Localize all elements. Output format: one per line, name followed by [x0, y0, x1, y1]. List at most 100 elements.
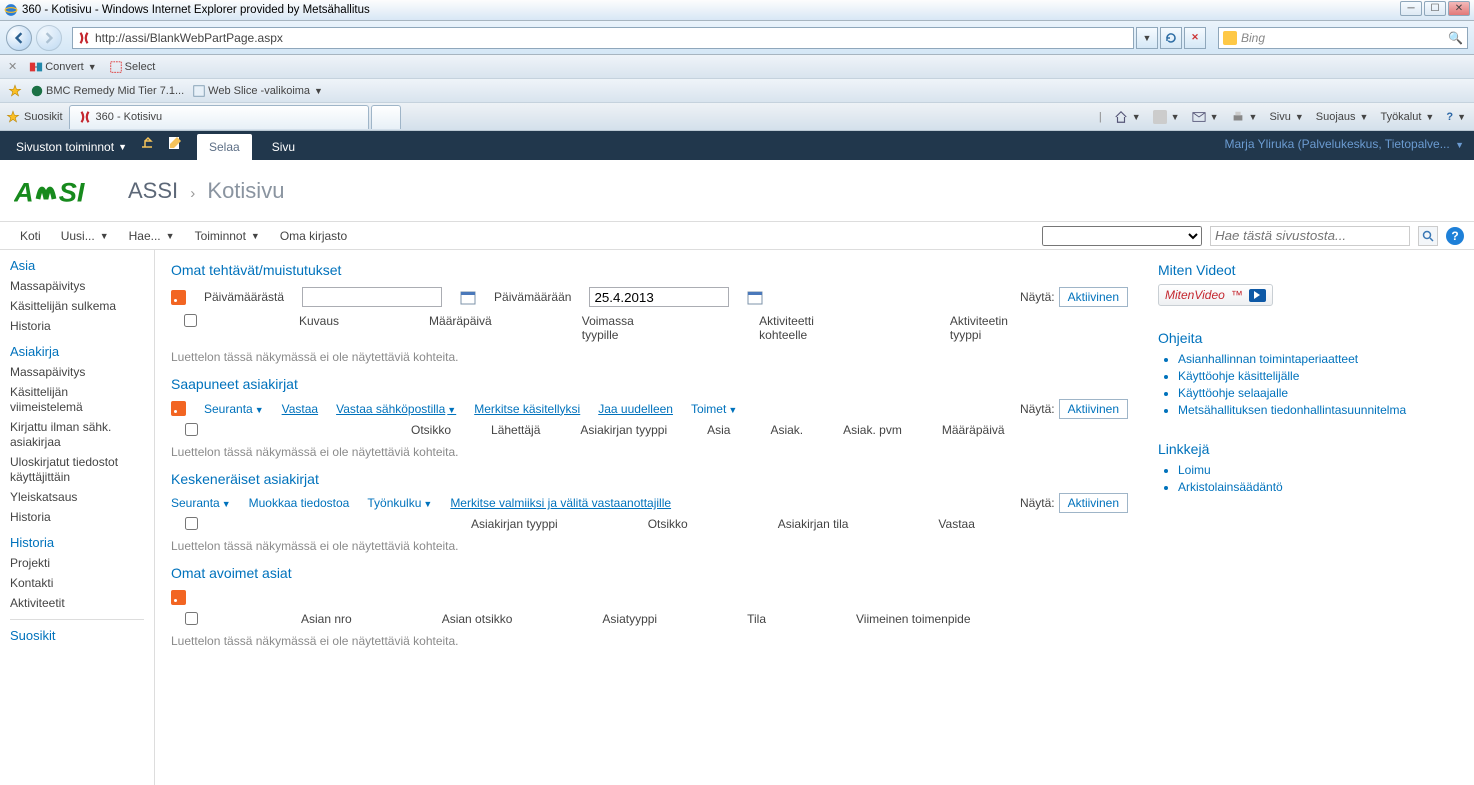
- menu-toiminnot[interactable]: Toiminnot▼: [185, 229, 270, 243]
- col-header[interactable]: Otsikko: [648, 517, 688, 531]
- col-header[interactable]: Asian nro: [301, 612, 352, 626]
- site-logo[interactable]: ASI: [14, 170, 110, 212]
- select-all-checkbox[interactable]: [185, 423, 198, 436]
- col-header[interactable]: Asia: [707, 423, 730, 437]
- col-header[interactable]: Viimeinen toimenpide: [856, 612, 971, 626]
- date-to-input[interactable]: [589, 287, 729, 307]
- select-all-checkbox[interactable]: [185, 612, 198, 625]
- help-menu[interactable]: ?▼: [1446, 111, 1466, 123]
- rss-icon[interactable]: [171, 401, 186, 416]
- leftnav-item[interactable]: Kontakti: [10, 576, 144, 591]
- col-header[interactable]: Asiakirjan tila: [778, 517, 849, 531]
- leftnav-item[interactable]: Yleiskatsaus: [10, 490, 144, 505]
- section-title-saapuneet[interactable]: Saapuneet asiakirjat: [171, 376, 1128, 392]
- ribbon-tab-browse[interactable]: Selaa: [197, 134, 252, 160]
- mail-menu[interactable]: ▼: [1192, 110, 1219, 124]
- refresh-button[interactable]: [1160, 27, 1182, 49]
- select-all-checkbox[interactable]: [184, 314, 197, 327]
- leftnav-item[interactable]: Käsittelijän viimeistelemä: [10, 385, 144, 415]
- page-menu[interactable]: Sivu▼: [1269, 111, 1303, 123]
- tools-menu[interactable]: Työkalut▼: [1380, 111, 1434, 123]
- back-button[interactable]: [6, 25, 32, 51]
- col-header[interactable]: Otsikko: [411, 423, 451, 437]
- help-link[interactable]: Käyttöohje selaajalle: [1178, 386, 1460, 400]
- col-header[interactable]: Määräpäivä: [942, 423, 1005, 437]
- leftnav-item[interactable]: Massapäivitys: [10, 279, 144, 294]
- leftnav-group-asiakirja[interactable]: Asiakirja: [10, 344, 144, 359]
- miten-video-button[interactable]: MitenVideo™: [1158, 284, 1273, 306]
- leftnav-item[interactable]: Kirjattu ilman sähk. asiakirjaa: [10, 420, 144, 450]
- tb-toimet[interactable]: Toimet▼: [691, 402, 737, 416]
- browser-new-tab[interactable]: [371, 105, 401, 129]
- tb-merkitse-kasitellyksi[interactable]: Merkitse käsitellyksi: [474, 402, 580, 416]
- tb-vastaa[interactable]: Vastaa: [282, 402, 318, 416]
- leftnav-group-historia[interactable]: Historia: [10, 535, 144, 550]
- rss-icon[interactable]: [171, 290, 186, 305]
- col-header[interactable]: Kuvaus: [299, 314, 339, 342]
- calendar-icon[interactable]: [747, 289, 763, 305]
- menu-uusi[interactable]: Uusi...▼: [51, 229, 119, 243]
- convert-button[interactable]: Convert▼: [29, 60, 96, 74]
- edit-page-icon[interactable]: [161, 135, 189, 160]
- section-title-kesken[interactable]: Keskeneräiset asiakirjat: [171, 471, 1128, 487]
- menu-hae[interactable]: Hae...▼: [119, 229, 185, 243]
- tb-jaa-uudelleen[interactable]: Jaa uudelleen: [598, 402, 673, 416]
- leftnav-item[interactable]: Massapäivitys: [10, 365, 144, 380]
- col-header[interactable]: Asiakirjan tyyppi: [580, 423, 667, 437]
- forward-button[interactable]: [36, 25, 62, 51]
- user-menu[interactable]: Marja Yliruka (Palvelukeskus, Tietopalve…: [1225, 137, 1464, 151]
- home-menu[interactable]: ▼: [1114, 110, 1141, 124]
- browser-tab[interactable]: 360 - Kotisivu: [69, 105, 369, 129]
- col-header[interactable]: Vastaa: [938, 517, 974, 531]
- close-toolbar-button[interactable]: ✕: [8, 60, 17, 73]
- help-button[interactable]: ?: [1446, 227, 1464, 245]
- col-header[interactable]: Asian otsikko: [442, 612, 513, 626]
- breadcrumb-site[interactable]: ASSI: [128, 178, 178, 203]
- fav-bmc-link[interactable]: BMC Remedy Mid Tier 7.1...: [30, 84, 184, 98]
- site-actions-menu[interactable]: Sivuston toiminnot▼: [10, 140, 133, 160]
- favorites-menu-star-icon[interactable]: [6, 110, 20, 124]
- address-dropdown[interactable]: ▼: [1136, 27, 1158, 49]
- col-header[interactable]: Aktiviteetti kohteelle: [759, 314, 860, 342]
- window-maximize-button[interactable]: ☐: [1424, 1, 1446, 16]
- feeds-menu[interactable]: ▼: [1153, 110, 1180, 124]
- stop-button[interactable]: ✕: [1184, 27, 1206, 49]
- col-header[interactable]: Lähettäjä: [491, 423, 540, 437]
- window-close-button[interactable]: ✕: [1448, 1, 1470, 16]
- window-minimize-button[interactable]: ─: [1400, 1, 1422, 16]
- help-link[interactable]: Metsähallituksen tiedonhallintasuunnitel…: [1178, 403, 1460, 417]
- external-link[interactable]: Arkistolainsäädäntö: [1178, 480, 1460, 494]
- leftnav-group-suosikit[interactable]: Suosikit: [10, 628, 144, 643]
- site-search-button[interactable]: [1418, 226, 1438, 246]
- leftnav-item[interactable]: Uloskirjatut tiedostot käyttäjittäin: [10, 455, 144, 485]
- search-magnifier-icon[interactable]: 🔍: [1448, 31, 1463, 45]
- tb-seuranta[interactable]: Seuranta▼: [171, 496, 231, 510]
- leftnav-item[interactable]: Historia: [10, 319, 144, 334]
- address-bar[interactable]: http://assi/BlankWebPartPage.aspx: [72, 27, 1134, 49]
- tb-seuranta[interactable]: Seuranta▼: [204, 402, 264, 416]
- tb-merkitse-valmiiksi[interactable]: Merkitse valmiiksi ja välitä vastaanotta…: [450, 496, 671, 510]
- col-header[interactable]: Voimassa tyypille: [582, 314, 669, 342]
- select-button[interactable]: Select: [109, 60, 156, 74]
- leftnav-group-asia[interactable]: Asia: [10, 258, 144, 273]
- calendar-icon[interactable]: [460, 289, 476, 305]
- leftnav-item[interactable]: Historia: [10, 510, 144, 525]
- col-header[interactable]: Asiakirjan tyyppi: [471, 517, 558, 531]
- print-menu[interactable]: ▼: [1231, 110, 1258, 124]
- menu-oma-kirjasto[interactable]: Oma kirjasto: [270, 229, 357, 243]
- col-header[interactable]: Asiak. pvm: [843, 423, 902, 437]
- tb-muokkaa[interactable]: Muokkaa tiedostoa: [249, 496, 350, 510]
- select-all-checkbox[interactable]: [185, 517, 198, 530]
- leftnav-item[interactable]: Projekti: [10, 556, 144, 571]
- external-link[interactable]: Loimu: [1178, 463, 1460, 477]
- nayta-value[interactable]: Aktiivinen: [1059, 287, 1128, 307]
- section-title-avoimet[interactable]: Omat avoimet asiat: [171, 565, 1128, 581]
- scope-select[interactable]: [1042, 226, 1202, 246]
- col-header[interactable]: Tila: [747, 612, 766, 626]
- fav-webslice-link[interactable]: Web Slice -valikoima▼: [192, 84, 323, 98]
- browser-search-box[interactable]: Bing 🔍: [1218, 27, 1468, 49]
- nayta-value[interactable]: Aktiivinen: [1059, 493, 1128, 513]
- rss-icon[interactable]: [171, 590, 186, 605]
- col-header[interactable]: Määräpäivä: [429, 314, 492, 342]
- ribbon-tab-page[interactable]: Sivu: [260, 134, 307, 160]
